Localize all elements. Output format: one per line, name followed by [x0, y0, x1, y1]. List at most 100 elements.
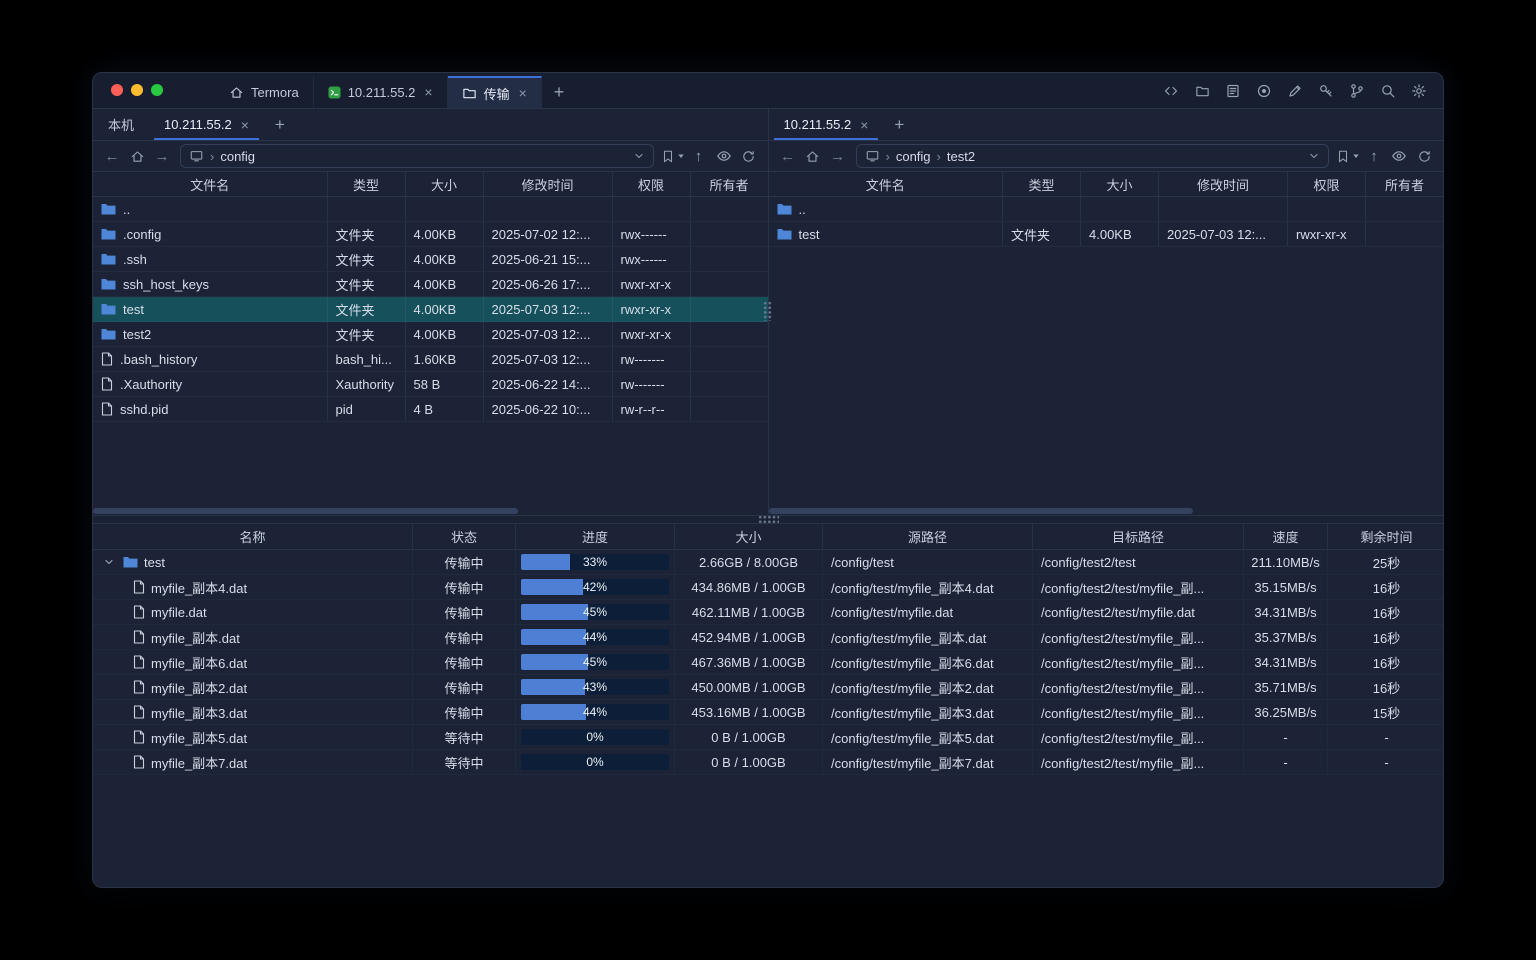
progress-label: 33% [521, 554, 669, 570]
column-header-status[interactable]: 状态 [413, 524, 516, 549]
column-header-size[interactable]: 大小 [406, 172, 484, 196]
transfer-row[interactable]: myfile_副本.dat传输中44%452.94MB / 1.00GB/con… [93, 625, 1443, 650]
home-button[interactable] [126, 145, 148, 167]
column-header-target[interactable]: 目标路径 [1033, 524, 1244, 549]
column-header-owner[interactable]: 所有者 [1366, 172, 1443, 196]
transfer-row[interactable]: myfile_副本7.dat等待中0%0 B / 1.00GB/config/t… [93, 750, 1443, 775]
left-horizontal-scrollbar[interactable] [93, 507, 768, 515]
splitter-grip-icon[interactable] [758, 515, 779, 525]
file-row[interactable]: test文件夹4.00KB2025-07-03 12:...rwxr-xr-x [93, 297, 768, 322]
column-header-source[interactable]: 源路径 [823, 524, 1033, 549]
column-header-size[interactable]: 大小 [1081, 172, 1159, 196]
parent-directory-button[interactable]: ↑ [688, 145, 710, 167]
home-button[interactable] [802, 145, 824, 167]
path-segment[interactable]: config [220, 149, 255, 164]
column-header-type[interactable]: 类型 [1003, 172, 1081, 196]
column-header-modified[interactable]: 修改时间 [1159, 172, 1288, 196]
bookmark-button[interactable] [1336, 145, 1360, 167]
file-row[interactable]: ssh_host_keys文件夹4.00KB2025-06-26 17:...r… [93, 272, 768, 297]
column-header-permissions[interactable]: 权限 [613, 172, 691, 196]
path-segment[interactable]: test2 [947, 149, 975, 164]
close-tab-icon[interactable]: × [424, 85, 432, 99]
column-header-speed[interactable]: 速度 [1244, 524, 1328, 549]
zoom-button[interactable] [151, 84, 163, 96]
scrollbar-thumb[interactable] [769, 508, 1194, 514]
file-row[interactable]: .config文件夹4.00KB2025-07-02 12:...rwx----… [93, 222, 768, 247]
toolbar-key-button[interactable] [1314, 79, 1338, 103]
splitter-grip-icon[interactable] [763, 301, 773, 321]
column-header-modified[interactable]: 修改时间 [484, 172, 613, 196]
toolbar-code-button[interactable] [1159, 79, 1183, 103]
column-header-type[interactable]: 类型 [328, 172, 406, 196]
new-tab-button[interactable]: + [542, 76, 577, 108]
back-button[interactable]: ← [101, 145, 123, 167]
left-pane-tab-ssh-10-211-55-2[interactable]: 10.211.55.2× [149, 109, 264, 140]
close-tab-icon[interactable]: × [519, 86, 527, 100]
vertical-splitter[interactable] [768, 109, 769, 515]
refresh-button[interactable] [1413, 145, 1435, 167]
toolbar-folder-outline-button[interactable] [1190, 79, 1214, 103]
transfer-row[interactable]: test传输中33%2.66GB / 8.00GB/config/test/co… [93, 550, 1443, 575]
file-row[interactable]: .. [769, 197, 1444, 222]
titlebar-tab-transfer[interactable]: 传输× [448, 76, 542, 108]
right-path-box[interactable]: ›config›test2 [856, 144, 1330, 168]
file-row[interactable]: test文件夹4.00KB2025-07-03 12:...rwxr-xr-x [769, 222, 1444, 247]
file-row[interactable]: .ssh文件夹4.00KB2025-06-21 15:...rwx------ [93, 247, 768, 272]
column-header-size[interactable]: 大小 [675, 524, 823, 549]
close-tab-icon[interactable]: × [241, 118, 249, 132]
transfer-row[interactable]: myfile_副本4.dat传输中42%434.86MB / 1.00GB/co… [93, 575, 1443, 600]
file-row[interactable]: test2文件夹4.00KB2025-07-03 12:...rwxr-xr-x [93, 322, 768, 347]
toolbar-record-button[interactable] [1252, 79, 1276, 103]
transfer-row[interactable]: myfile_副本5.dat等待中0%0 B / 1.00GB/config/t… [93, 725, 1443, 750]
column-header-name[interactable]: 名称 [93, 524, 413, 549]
close-tab-icon[interactable]: × [860, 118, 868, 132]
chevron-down-icon[interactable] [101, 556, 117, 568]
column-header-name[interactable]: 文件名 [93, 172, 328, 196]
forward-button[interactable]: → [151, 145, 173, 167]
chevron-down-icon[interactable] [1308, 150, 1320, 162]
progress-bar: 0% [521, 729, 669, 745]
file-row[interactable]: .. [93, 197, 768, 222]
forward-button[interactable]: → [827, 145, 849, 167]
file-size [1081, 197, 1159, 221]
left-path-box[interactable]: ›config [180, 144, 654, 168]
horizontal-splitter[interactable] [93, 515, 1443, 524]
back-button[interactable]: ← [777, 145, 799, 167]
file-row[interactable]: .bash_historybash_hi...1.60KB2025-07-03 … [93, 347, 768, 372]
new-pane-tab-button[interactable]: + [264, 109, 296, 140]
path-segment[interactable]: config [896, 149, 931, 164]
right-pane-tab-ssh-10-211-55-2[interactable]: 10.211.55.2× [769, 109, 884, 140]
column-header-progress[interactable]: 进度 [516, 524, 675, 549]
toolbar-branch-button[interactable] [1345, 79, 1369, 103]
minimize-button[interactable] [131, 84, 143, 96]
transfer-row[interactable]: myfile.dat传输中45%462.11MB / 1.00GB/config… [93, 600, 1443, 625]
toolbar-search-button[interactable] [1376, 79, 1400, 103]
titlebar-tab-app[interactable]: Termora [215, 76, 314, 108]
file-name-cell: .ssh [93, 247, 328, 271]
show-hidden-button[interactable] [713, 145, 735, 167]
transfer-row[interactable]: myfile_副本3.dat传输中44%453.16MB / 1.00GB/co… [93, 700, 1443, 725]
file-row[interactable]: sshd.pidpid4 B2025-06-22 10:...rw-r--r-- [93, 397, 768, 422]
column-header-remaining[interactable]: 剩余时间 [1328, 524, 1444, 549]
bookmark-button[interactable] [661, 145, 685, 167]
titlebar-tab-ssh-10-211-55-2[interactable]: 10.211.55.2× [314, 76, 448, 108]
toolbar-gear-button[interactable] [1407, 79, 1431, 103]
show-hidden-button[interactable] [1388, 145, 1410, 167]
column-header-owner[interactable]: 所有者 [691, 172, 768, 196]
parent-directory-button[interactable]: ↑ [1363, 145, 1385, 167]
refresh-button[interactable] [738, 145, 760, 167]
right-horizontal-scrollbar[interactable] [769, 507, 1444, 515]
transfer-row[interactable]: myfile_副本2.dat传输中43%450.00MB / 1.00GB/co… [93, 675, 1443, 700]
new-pane-tab-button[interactable]: + [883, 109, 915, 140]
scrollbar-thumb[interactable] [93, 508, 518, 514]
file-row[interactable]: .XauthorityXauthority58 B2025-06-22 14:.… [93, 372, 768, 397]
column-header-name[interactable]: 文件名 [769, 172, 1004, 196]
toolbar-log-button[interactable] [1221, 79, 1245, 103]
left-pane-tab-local[interactable]: 本机 [93, 109, 149, 140]
transfer-row[interactable]: myfile_副本6.dat传输中45%467.36MB / 1.00GB/co… [93, 650, 1443, 675]
chevron-down-icon[interactable] [633, 150, 645, 162]
close-button[interactable] [111, 84, 123, 96]
toolbar-edit-button[interactable] [1283, 79, 1307, 103]
transfer-progress-cell: 44% [516, 625, 675, 649]
column-header-permissions[interactable]: 权限 [1288, 172, 1366, 196]
